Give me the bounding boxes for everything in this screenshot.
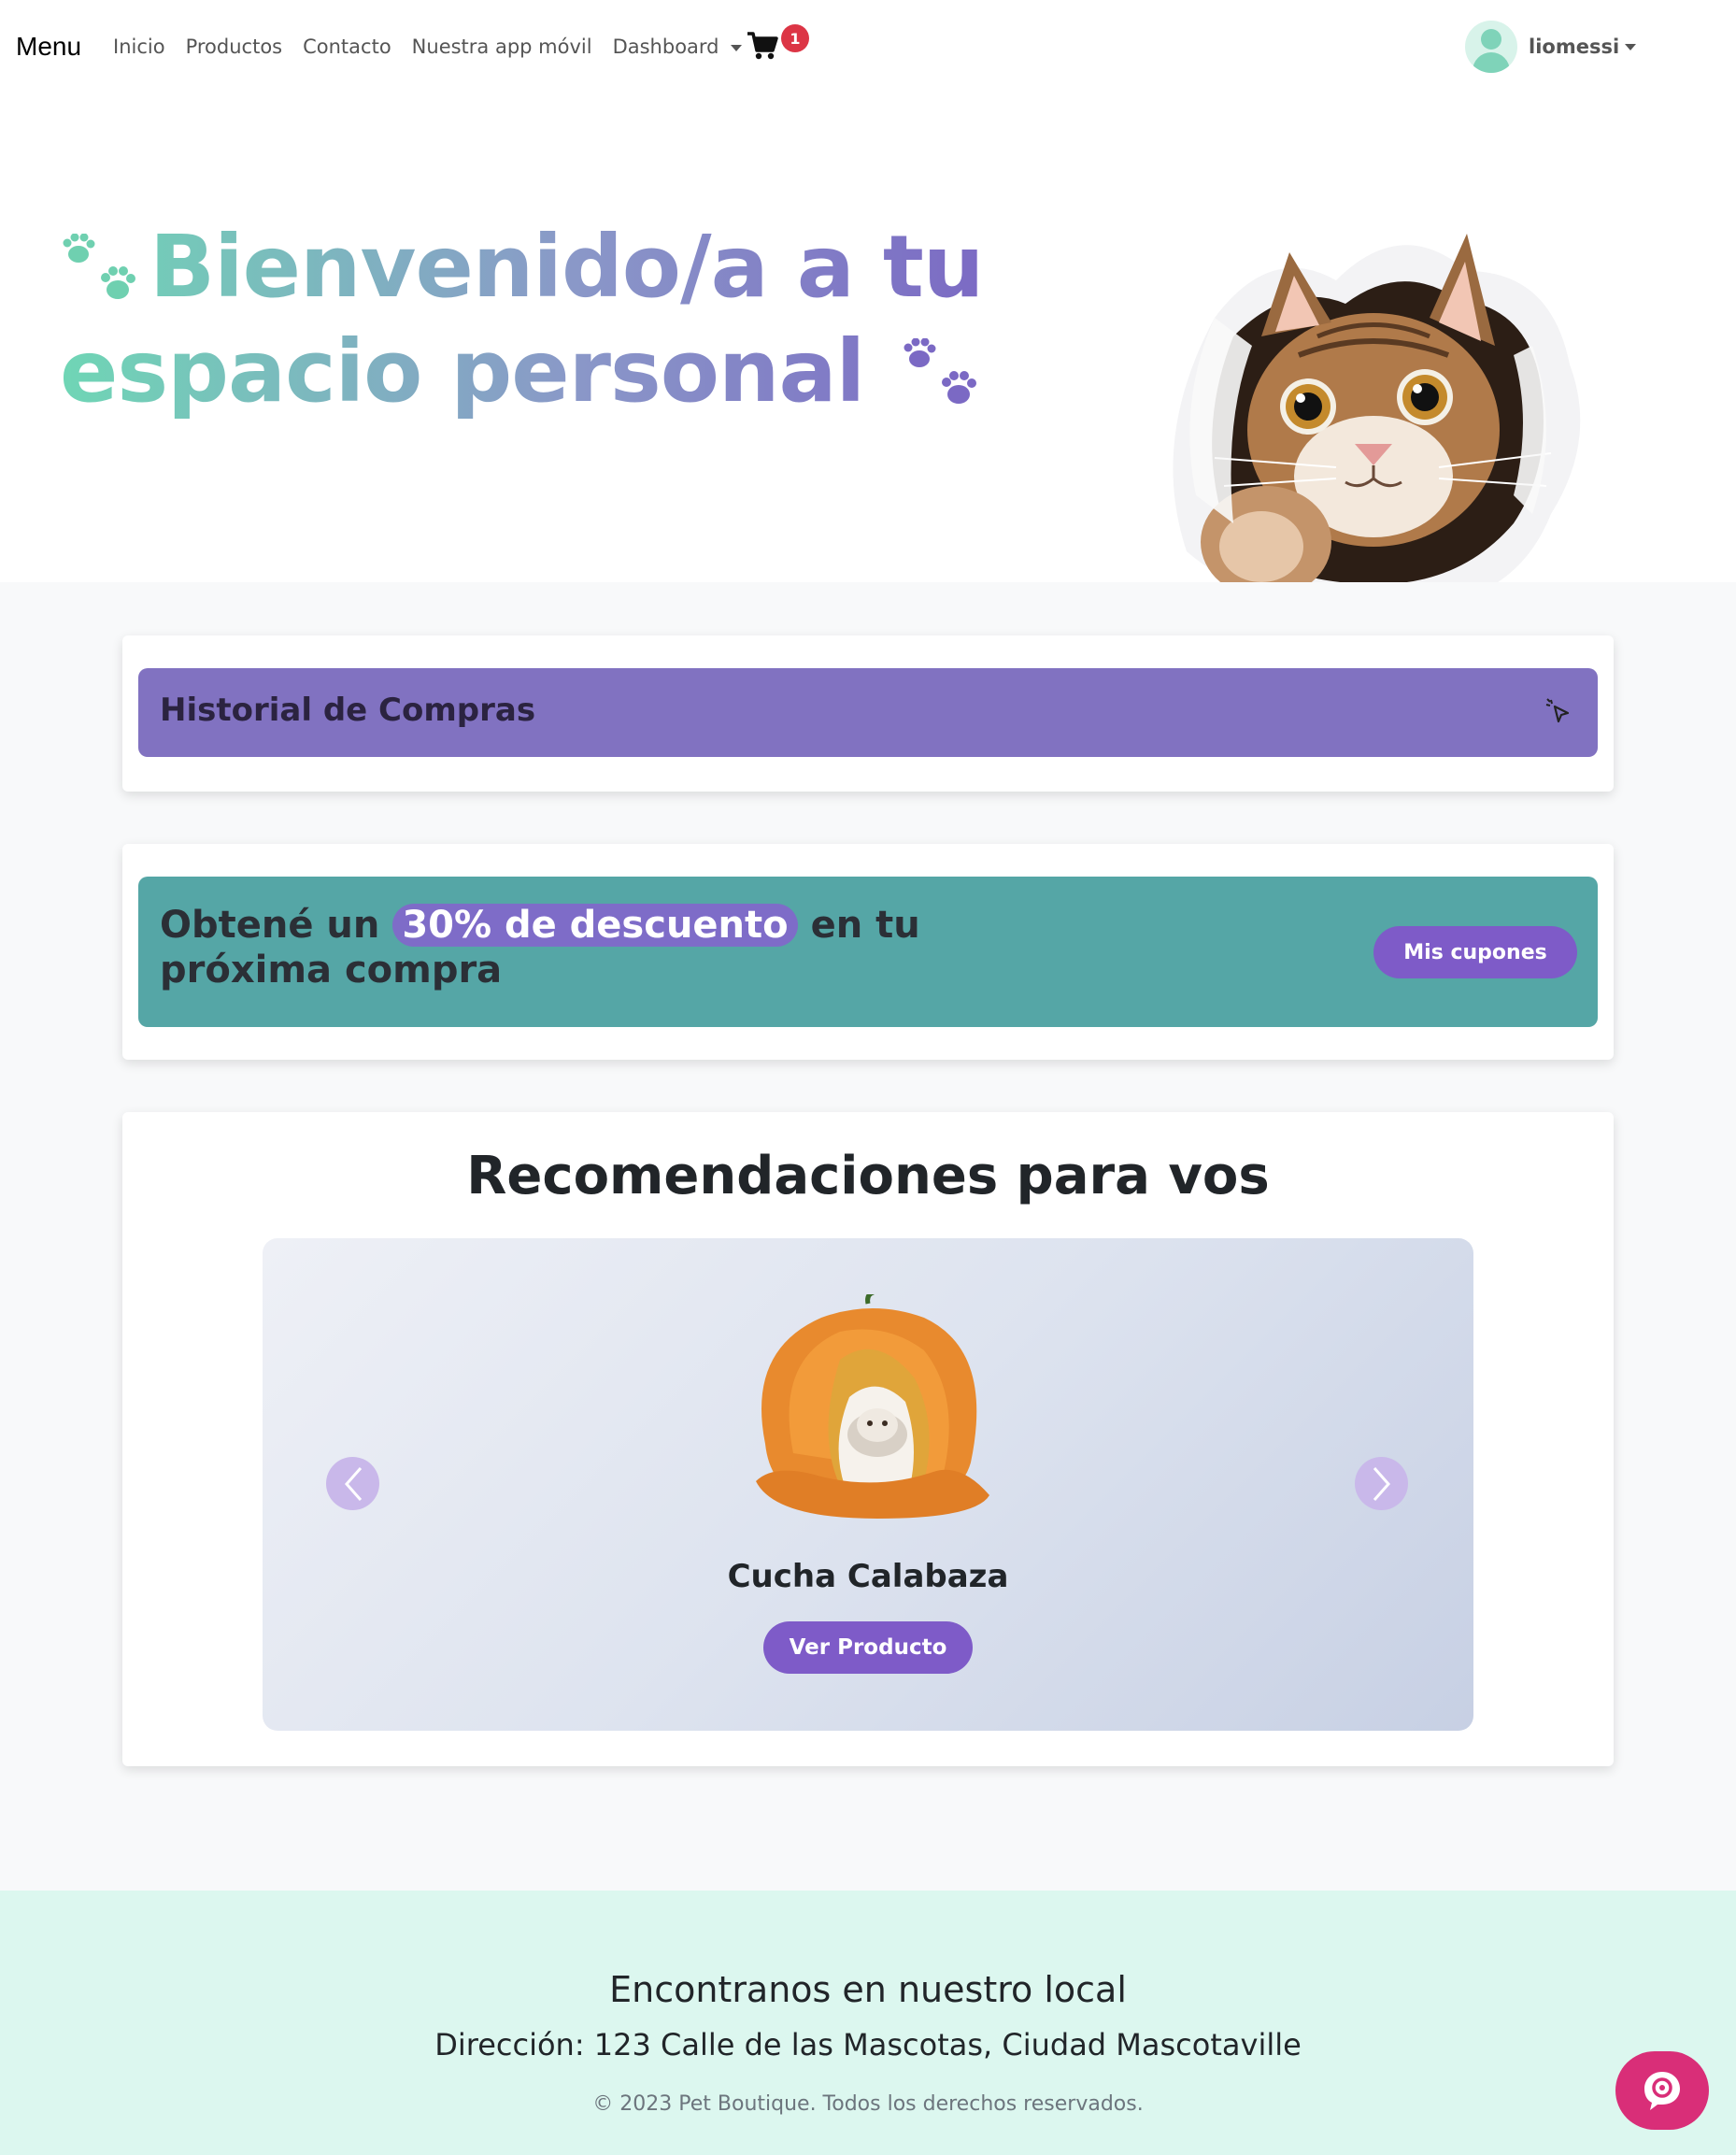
carousel-prev-button[interactable] [326, 1457, 379, 1510]
footer-title: Encontranos en nuestro local [609, 1969, 1127, 2010]
username: liomessi [1529, 36, 1620, 58]
chevron-right-icon [1373, 1466, 1390, 1501]
carousel-next-button[interactable] [1355, 1457, 1408, 1510]
view-product-button[interactable]: Ver Producto [763, 1621, 973, 1674]
hero-title-line2: espacio personal [60, 321, 865, 421]
caret-down-icon [1625, 43, 1637, 50]
footer-copyright: © 2023 Pet Boutique. Todos los derechos … [592, 2092, 1144, 2116]
navbar: Menu Inicio Productos Contacto Nuestra a… [0, 0, 1736, 93]
history-title: Historial de Compras [160, 692, 536, 729]
user-menu[interactable]: liomessi [1465, 21, 1637, 73]
promo-text: Obtené un 30% de descuento en tu próxima… [160, 903, 1038, 992]
recommendations-card: Recomendaciones para vos Cucha Calabaza [122, 1112, 1614, 1766]
product-image [756, 1294, 989, 1519]
cat-illustration [1173, 234, 1581, 609]
paw-icon [63, 233, 135, 299]
footer: Encontranos en nuestro local Dirección: … [0, 1891, 1736, 2155]
nav-dropdown-dashboard-label: Dashboard [612, 36, 719, 58]
chevron-left-icon [344, 1466, 362, 1501]
paw-icon [904, 337, 977, 404]
shopping-cart-icon[interactable] [747, 31, 778, 61]
nav-link-app[interactable]: Nuestra app móvil [412, 36, 592, 58]
avatar [1465, 21, 1517, 73]
nav-link-productos[interactable]: Productos [186, 36, 283, 58]
promo-text-before: Obtené un [160, 904, 380, 947]
product-carousel: Cucha Calabaza Ver Producto [263, 1238, 1473, 1731]
chat-button[interactable] [1615, 2051, 1709, 2130]
cart-count-badge: 1 [781, 24, 809, 52]
click-cursor-icon [1545, 698, 1570, 723]
promo-banner: Obtené un 30% de descuento en tu próxima… [138, 877, 1598, 1027]
history-card: Historial de Compras [122, 635, 1614, 792]
hero-title: Bienvenido/a a tu espacio personal [60, 215, 994, 424]
promo-card: Obtené un 30% de descuento en tu próxima… [122, 844, 1614, 1060]
recommendations-title: Recomendaciones para vos [466, 1146, 1270, 1206]
chat-bubble-icon [1644, 2072, 1680, 2110]
product-name: Cucha Calabaza [727, 1558, 1009, 1595]
nav-links: Inicio Productos Contacto Nuestra app mó… [113, 36, 762, 58]
nav-link-inicio[interactable]: Inicio [113, 36, 165, 58]
main-content: Historial de Compras Obtené un 30% de de… [0, 582, 1736, 1891]
hero-title-line1: Bienvenido/a a tu [149, 217, 984, 317]
caret-down-icon [730, 44, 742, 51]
navbar-brand[interactable]: Menu [16, 32, 81, 62]
hero-section: Bienvenido/a a tu espacio personal [0, 93, 1736, 609]
nav-dropdown-dashboard[interactable]: Dashboard [613, 36, 742, 58]
nav-link-contacto[interactable]: Contacto [303, 36, 391, 58]
history-toggle[interactable]: Historial de Compras [138, 668, 1598, 757]
promo-highlight: 30% de descuento [392, 904, 798, 947]
footer-address: Dirección: 123 Calle de las Mascotas, Ci… [434, 2027, 1302, 2062]
my-coupons-button[interactable]: Mis cupones [1373, 926, 1577, 978]
